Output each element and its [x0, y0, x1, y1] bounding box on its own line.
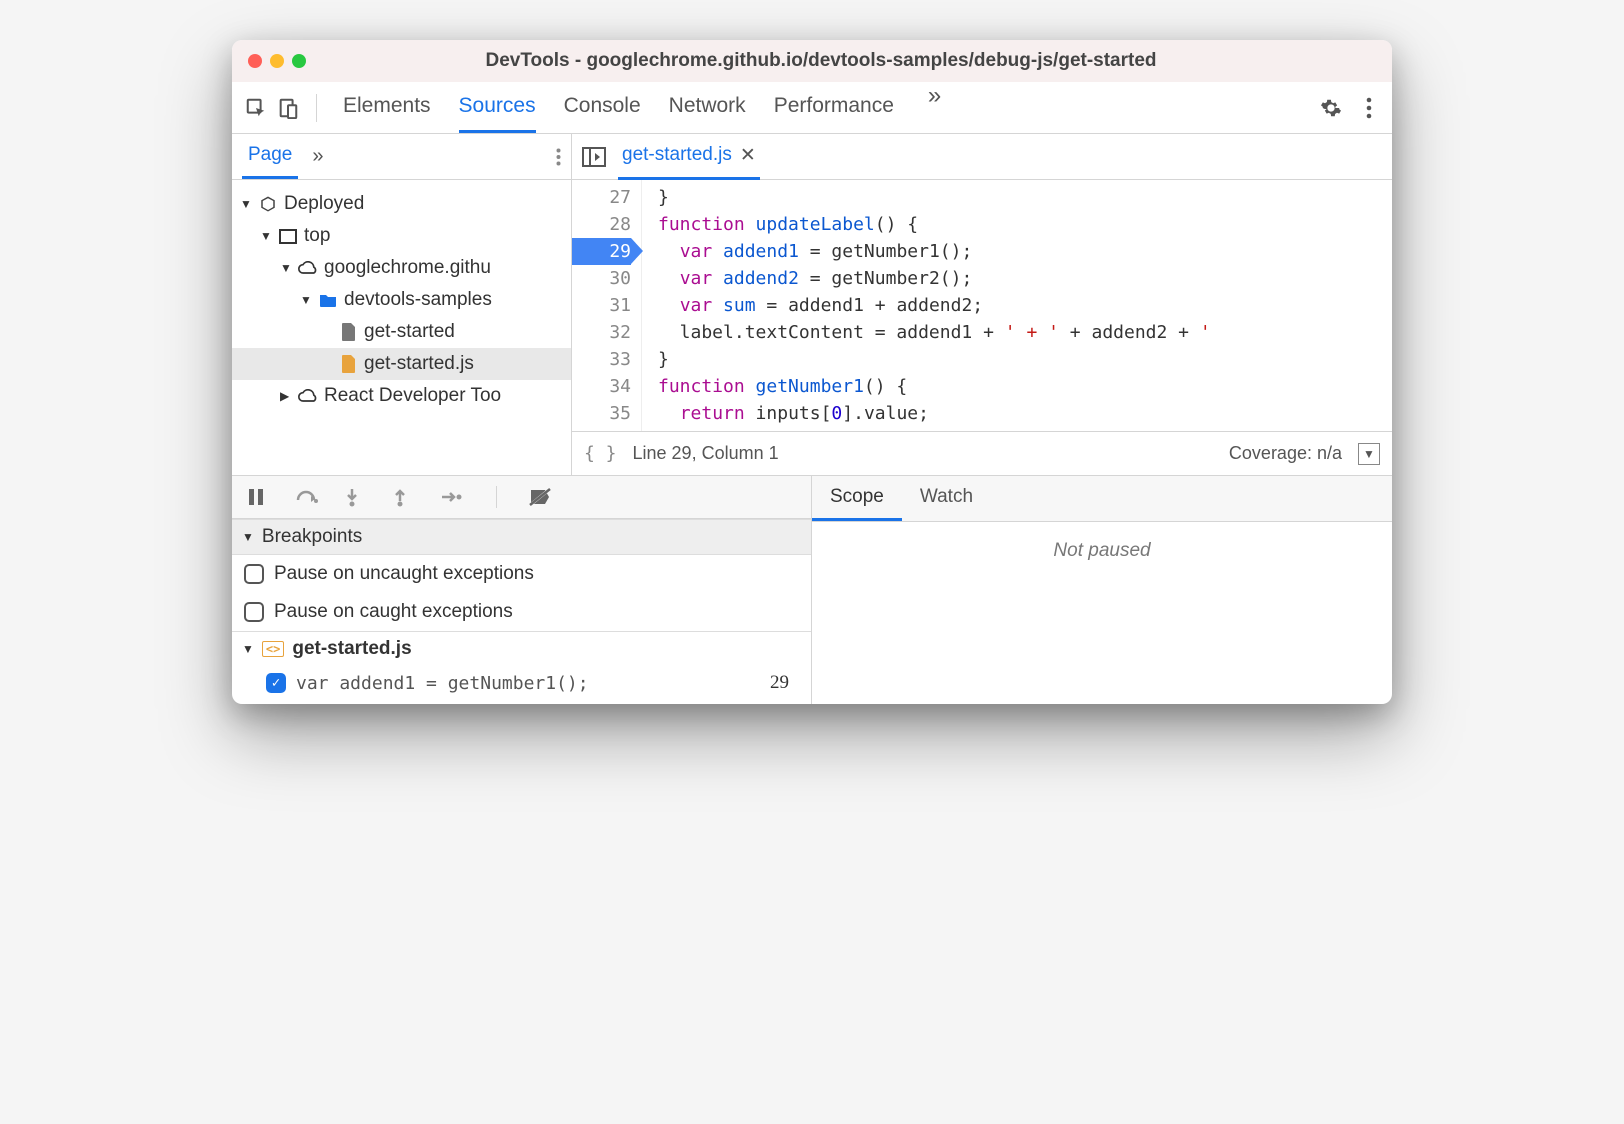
tree-file-js[interactable]: get-started.js: [232, 348, 571, 380]
pause-uncaught-label: Pause on uncaught exceptions: [274, 563, 534, 585]
tree-top[interactable]: ▼ top: [232, 220, 571, 252]
scope-pane: Scope Watch Not paused: [812, 476, 1392, 704]
tree-deployed[interactable]: ▼ Deployed: [232, 188, 571, 220]
navigator-tabs: Page »: [232, 134, 571, 180]
tree-extension[interactable]: ▶ React Developer Too: [232, 380, 571, 412]
navigator-more-tabs[interactable]: »: [312, 145, 323, 168]
document-icon: [338, 323, 358, 341]
titlebar: DevTools - googlechrome.github.io/devtoo…: [232, 40, 1392, 82]
tree-label: get-started: [364, 321, 455, 343]
tab-console[interactable]: Console: [564, 82, 641, 133]
step-icon[interactable]: [440, 489, 464, 505]
coverage-label: Coverage: n/a: [1229, 443, 1342, 464]
breakpoint-line-number: 29: [770, 672, 799, 694]
tree-label: React Developer Too: [324, 385, 501, 407]
breakpoint-file-header[interactable]: ▼ <> get-started.js: [232, 631, 811, 666]
cursor-position: Line 29, Column 1: [633, 443, 1213, 464]
main-tabs: Elements Sources Console Network Perform…: [343, 82, 1304, 133]
editor-statusbar: { } Line 29, Column 1 Coverage: n/a ▼: [572, 431, 1392, 475]
editor-tab-getstarted[interactable]: get-started.js ✕: [618, 134, 760, 180]
pause-uncaught-row[interactable]: Pause on uncaught exceptions: [232, 555, 811, 593]
close-window-button[interactable]: [248, 54, 262, 68]
chevron-down-icon: ▼: [260, 229, 272, 243]
debugger-toolbar: [232, 476, 811, 519]
tab-sources[interactable]: Sources: [459, 82, 536, 133]
pretty-print-icon[interactable]: { }: [584, 443, 617, 464]
scope-tabs: Scope Watch: [812, 476, 1392, 522]
breakpoints-pane: ▼ Breakpoints Pause on uncaught exceptio…: [232, 476, 812, 704]
pause-caught-label: Pause on caught exceptions: [274, 601, 513, 623]
tree-origin[interactable]: ▼ googlechrome.githu: [232, 252, 571, 284]
navigator-options-icon[interactable]: [556, 148, 561, 166]
breakpoint-item[interactable]: ✓ var addend1 = getNumber1(); 29: [232, 666, 811, 704]
checkbox-breakpoint[interactable]: ✓: [266, 673, 286, 693]
tree-label: Deployed: [284, 193, 364, 215]
tab-elements[interactable]: Elements: [343, 82, 431, 133]
step-out-icon[interactable]: [392, 487, 416, 507]
not-paused-message: Not paused: [812, 522, 1392, 580]
chevron-down-icon: ▼: [240, 197, 252, 211]
script-badge-icon: <>: [262, 641, 284, 657]
chevron-down-icon: ▼: [242, 642, 254, 656]
checkbox-uncaught[interactable]: [244, 564, 264, 584]
settings-icon[interactable]: [1312, 97, 1350, 119]
sub-tab-page[interactable]: Page: [242, 134, 298, 179]
devtools-window: DevTools - googlechrome.github.io/devtoo…: [232, 40, 1392, 704]
tree-label: get-started.js: [364, 353, 474, 375]
device-toolbar-icon[interactable]: [276, 96, 300, 120]
cloud-icon: [298, 387, 318, 405]
editor-tab-label: get-started.js: [622, 144, 732, 166]
folder-icon: [318, 291, 338, 309]
tree-file-html[interactable]: get-started: [232, 316, 571, 348]
file-tree: ▼ Deployed ▼ top ▼ googlechrome.githu ▼: [232, 180, 571, 420]
inspect-element-icon[interactable]: [244, 96, 268, 120]
more-tabs-button[interactable]: »: [922, 82, 947, 133]
tab-performance[interactable]: Performance: [774, 82, 894, 133]
tree-folder[interactable]: ▼ devtools-samples: [232, 284, 571, 316]
step-over-icon[interactable]: [296, 488, 320, 506]
show-navigator-icon[interactable]: [582, 147, 606, 167]
chevron-down-icon: ▼: [242, 530, 254, 544]
toolbar-divider: [496, 486, 497, 508]
pause-caught-row[interactable]: Pause on caught exceptions: [232, 593, 811, 631]
deactivate-breakpoints-icon[interactable]: [529, 487, 553, 507]
window-title: DevTools - googlechrome.github.io/devtoo…: [326, 50, 1376, 72]
checkbox-caught[interactable]: [244, 602, 264, 622]
editor-tabs: get-started.js ✕: [572, 134, 1392, 180]
minimize-window-button[interactable]: [270, 54, 284, 68]
statusbar-dropdown-icon[interactable]: ▼: [1358, 443, 1380, 465]
cloud-icon: [298, 259, 318, 277]
tab-watch[interactable]: Watch: [902, 476, 991, 521]
line-number-gutter[interactable]: 272829303132333435: [572, 180, 642, 431]
main-toolbar: Elements Sources Console Network Perform…: [232, 82, 1392, 134]
code-content[interactable]: }function updateLabel() { var addend1 = …: [642, 180, 1392, 431]
traffic-lights: [248, 54, 306, 68]
maximize-window-button[interactable]: [292, 54, 306, 68]
tab-network[interactable]: Network: [669, 82, 746, 133]
close-tab-icon[interactable]: ✕: [740, 144, 756, 167]
chevron-down-icon: ▼: [280, 261, 292, 275]
script-icon: [338, 355, 358, 373]
chevron-down-icon: ▼: [300, 293, 312, 307]
breakpoints-header[interactable]: ▼ Breakpoints: [232, 519, 811, 555]
code-editor[interactable]: 272829303132333435 }function updateLabel…: [572, 180, 1392, 431]
breakpoints-title: Breakpoints: [262, 526, 362, 548]
chevron-right-icon: ▶: [280, 389, 292, 403]
tab-scope[interactable]: Scope: [812, 476, 902, 521]
tree-label: googlechrome.githu: [324, 257, 491, 279]
tree-label: top: [304, 225, 330, 247]
navigator-pane: Page » ▼ Deployed ▼ top ▼: [232, 134, 572, 475]
breakpoint-file-label: get-started.js: [292, 638, 411, 660]
toolbar-divider: [316, 94, 317, 122]
tree-label: devtools-samples: [344, 289, 492, 311]
debugger-pane: ▼ Breakpoints Pause on uncaught exceptio…: [232, 475, 1392, 704]
editor-pane: get-started.js ✕ 272829303132333435 }fun…: [572, 134, 1392, 475]
step-into-icon[interactable]: [344, 487, 368, 507]
cube-icon: [258, 195, 278, 213]
main-body: Page » ▼ Deployed ▼ top ▼: [232, 134, 1392, 475]
frame-icon: [278, 227, 298, 245]
breakpoint-code: var addend1 = getNumber1();: [296, 673, 589, 694]
more-options-icon[interactable]: [1358, 97, 1380, 119]
pause-icon[interactable]: [248, 488, 272, 506]
